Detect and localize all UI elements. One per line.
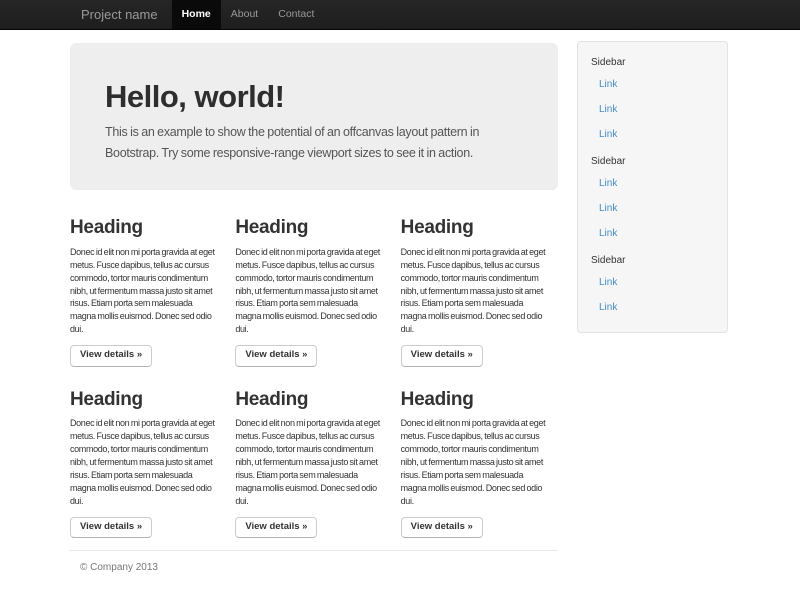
page-container: Hello, world! This is an example to show…	[70, 43, 730, 573]
nav-link-about[interactable]: About	[221, 0, 268, 29]
card-4: Heading Donec id elit non mi porta gravi…	[70, 389, 227, 539]
view-details-button[interactable]: View details »	[235, 345, 317, 366]
sidebar-link[interactable]: Link	[578, 295, 727, 320]
sidebar-well: Sidebar Link Link Link Sidebar Link Link…	[577, 41, 728, 333]
footer-divider	[70, 550, 558, 551]
sidebar-group-2: Sidebar Link Link Link	[578, 147, 727, 246]
view-details-button[interactable]: View details »	[401, 517, 483, 538]
view-details-button[interactable]: View details »	[70, 517, 152, 538]
sidebar-group-header: Sidebar	[578, 48, 727, 72]
card-body-text: Donec id elit non mi porta gravida at eg…	[401, 246, 558, 336]
copyright-text: © Company 2013	[80, 562, 558, 573]
view-details-button[interactable]: View details »	[401, 345, 483, 366]
card-body-text: Donec id elit non mi porta gravida at eg…	[401, 417, 558, 507]
card-body-text: Donec id elit non mi porta gravida at eg…	[70, 246, 227, 336]
card-5: Heading Donec id elit non mi porta gravi…	[235, 389, 392, 539]
brand-link[interactable]: Project name	[70, 0, 172, 29]
footer: © Company 2013	[70, 550, 558, 573]
cards-row-2: Heading Donec id elit non mi porta gravi…	[70, 389, 558, 539]
sidebar-link[interactable]: Link	[578, 97, 727, 122]
sidebar-link[interactable]: Link	[578, 270, 727, 295]
content-layout: Hello, world! This is an example to show…	[70, 43, 730, 573]
nav-link-contact[interactable]: Contact	[268, 0, 324, 29]
card-3: Heading Donec id elit non mi porta gravi…	[401, 217, 558, 367]
navbar-menu: Home About Contact	[172, 0, 325, 29]
sidebar-group-3: Sidebar Link Link	[578, 246, 727, 320]
card-heading: Heading	[70, 217, 227, 239]
nav-link-home[interactable]: Home	[172, 0, 221, 29]
sidebar-group-header: Sidebar	[578, 246, 727, 270]
sidebar-group-1: Sidebar Link Link Link	[578, 48, 727, 147]
card-6: Heading Donec id elit non mi porta gravi…	[401, 389, 558, 539]
nav-item-home: Home	[172, 0, 221, 29]
jumbotron-text: This is an example to show the potential…	[105, 122, 523, 164]
card-heading: Heading	[70, 389, 227, 411]
cards-row-1: Heading Donec id elit non mi porta gravi…	[70, 217, 558, 367]
card-body-text: Donec id elit non mi porta gravida at eg…	[235, 246, 392, 336]
sidebar-link[interactable]: Link	[578, 196, 727, 221]
card-2: Heading Donec id elit non mi porta gravi…	[235, 217, 392, 367]
sidebar-link[interactable]: Link	[578, 221, 727, 246]
view-details-button[interactable]: View details »	[235, 517, 317, 538]
card-body-text: Donec id elit non mi porta gravida at eg…	[70, 417, 227, 507]
main-column: Hello, world! This is an example to show…	[70, 43, 558, 573]
page-title: Hello, world!	[105, 81, 523, 112]
sidebar-link[interactable]: Link	[578, 122, 727, 147]
jumbotron: Hello, world! This is an example to show…	[70, 43, 558, 190]
sidebar-link[interactable]: Link	[578, 72, 727, 97]
card-heading: Heading	[235, 389, 392, 411]
card-body-text: Donec id elit non mi porta gravida at eg…	[235, 417, 392, 507]
navbar: Project name Home About Contact	[0, 0, 800, 30]
nav-item-about: About	[221, 0, 268, 29]
sidebar-group-header: Sidebar	[578, 147, 727, 171]
sidebar-column: Sidebar Link Link Link Sidebar Link Link…	[577, 41, 728, 333]
sidebar-link[interactable]: Link	[578, 171, 727, 196]
card-heading: Heading	[401, 217, 558, 239]
card-heading: Heading	[401, 389, 558, 411]
nav-item-contact: Contact	[268, 0, 324, 29]
card-heading: Heading	[235, 217, 392, 239]
card-1: Heading Donec id elit non mi porta gravi…	[70, 217, 227, 367]
navbar-inner: Project name Home About Contact	[70, 0, 730, 29]
view-details-button[interactable]: View details »	[70, 345, 152, 366]
